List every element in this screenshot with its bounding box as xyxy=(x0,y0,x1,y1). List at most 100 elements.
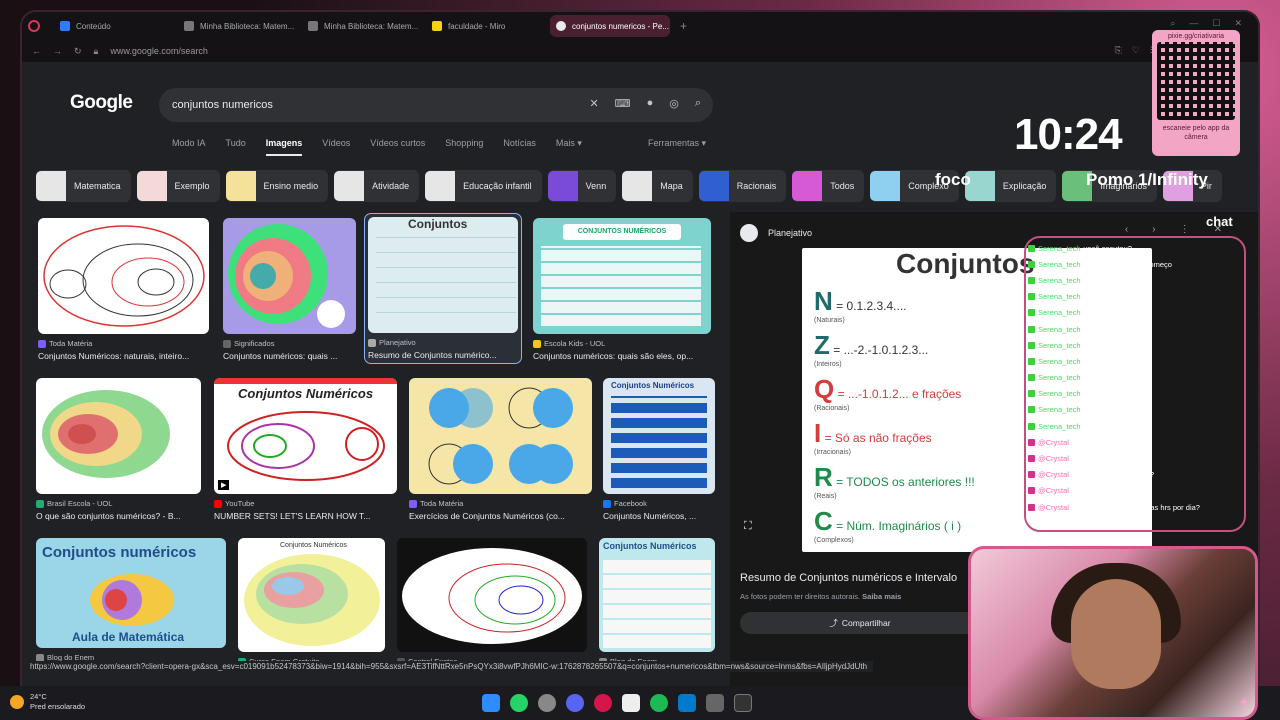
learn-more-link[interactable]: Saiba mais xyxy=(862,592,901,601)
maximize-icon[interactable]: ☐ xyxy=(1212,18,1220,29)
calculator-icon[interactable] xyxy=(706,694,724,712)
forward-icon[interactable]: → xyxy=(53,46,62,56)
windows-start-icon[interactable] xyxy=(482,694,500,712)
chip-racionais[interactable]: Racionais xyxy=(698,170,787,202)
tab-favicon-icon xyxy=(308,21,318,31)
new-tab-button[interactable]: + xyxy=(674,19,693,33)
chip-todos[interactable]: Todos xyxy=(792,170,865,202)
clock-overlay: 10:24 xyxy=(1014,110,1123,159)
tools-button[interactable]: Ferramentas ▾ xyxy=(648,138,706,149)
search-icon[interactable]: ⌕ xyxy=(695,97,701,110)
image-result[interactable]: CONJUNTOS NUMÉRICOS Escola Kids - UOL Co… xyxy=(533,218,711,361)
chip-venn[interactable]: Venn xyxy=(547,170,617,202)
notion-icon[interactable] xyxy=(622,694,640,712)
image-result[interactable]: Conjuntos Numéricos Curso Enem Gratuito xyxy=(238,538,385,666)
previous-icon[interactable]: ‹ xyxy=(1125,224,1128,235)
thumbnail-lines xyxy=(376,237,516,327)
image-result[interactable]: Conjuntos Numéricos ▶ YouTube NUMBER SET… xyxy=(214,378,397,521)
lens-search-icon[interactable]: ⛶ xyxy=(744,520,752,533)
chip-thumbnail xyxy=(225,171,256,201)
keyboard-icon[interactable]: ⌨ xyxy=(615,97,631,110)
result-caption[interactable]: O que são conjuntos numéricos? - B... xyxy=(36,511,201,521)
result-caption[interactable]: Conjuntos Numéricos, ... xyxy=(603,511,715,521)
minimize-icon[interactable]: — xyxy=(1189,18,1198,29)
preview-site-name[interactable]: Planejativo xyxy=(768,228,812,238)
chip-educacao-infantil[interactable]: Educação infantil xyxy=(425,170,542,202)
result-caption[interactable]: Conjuntos Numéricos: naturais, inteiro..… xyxy=(38,351,209,361)
image-result[interactable]: Conjuntos numéricos Aula de Matemática B… xyxy=(36,538,226,662)
preview-title[interactable]: Resumo de Conjuntos numéricos e Interval… xyxy=(740,572,957,584)
search-input[interactable]: conjuntos numericos xyxy=(172,99,273,111)
microphone-icon[interactable]: ● xyxy=(647,97,654,110)
more-options-icon[interactable]: ⋮ xyxy=(1180,224,1190,235)
tab-conteudo[interactable]: Conteúdo xyxy=(54,15,174,37)
opera-gx-icon[interactable] xyxy=(594,694,612,712)
lens-icon[interactable]: ◎ xyxy=(669,97,679,110)
chip-ensino-medio[interactable]: Ensino medio xyxy=(225,170,329,202)
image-result[interactable]: Toda Matéria Conjuntos Numéricos: natura… xyxy=(38,218,209,361)
search-tabs-icon[interactable]: ⌕ xyxy=(1170,18,1175,29)
chip-exemplo[interactable]: Exemplo xyxy=(136,170,220,202)
chat-messages: Serena_tech você escutou? Serena_tech deu … xyxy=(1028,240,1242,515)
url-field[interactable]: www.google.com/search xyxy=(110,46,208,56)
tab-biblioteca-2[interactable]: Minha Biblioteca: Matem... xyxy=(302,15,422,37)
tab-label: Minha Biblioteca: Matem... xyxy=(200,21,295,31)
image-result[interactable]: Conjuntos Numéricos Facebook Conjuntos N… xyxy=(603,378,715,521)
image-result-selected[interactable]: Conjuntos Planejativo Resumo de Conjunto… xyxy=(364,213,522,364)
tab-favicon-icon xyxy=(432,21,442,31)
discord-icon[interactable] xyxy=(566,694,584,712)
chat-message: Serena_tech você ouviu? xyxy=(1028,321,1242,337)
terminal-icon[interactable] xyxy=(734,694,752,712)
reload-icon[interactable]: ↻ xyxy=(74,46,82,57)
bookmark-icon[interactable]: ♡ xyxy=(1132,45,1140,56)
back-icon[interactable]: ← xyxy=(32,46,41,56)
tab-tudo[interactable]: Tudo xyxy=(226,138,246,156)
opera-logo-icon[interactable] xyxy=(28,20,40,32)
tab-miro[interactable]: faculdade - Miro xyxy=(426,15,546,37)
snapshot-icon[interactable]: ⎘ xyxy=(1115,45,1122,56)
tab-mais[interactable]: Mais ▾ xyxy=(556,138,582,156)
tab-google-search[interactable]: conjuntos numericos - Pe... xyxy=(550,15,670,37)
result-caption[interactable]: Exercícios de Conjuntos Numéricos (co... xyxy=(409,511,592,521)
result-caption[interactable]: Conjuntos numéricos: quais são eles, op.… xyxy=(533,351,711,361)
next-icon[interactable]: › xyxy=(1152,224,1155,235)
tab-videos[interactable]: Vídeos xyxy=(322,138,350,156)
source-name: Escola Kids - UOL xyxy=(544,339,606,348)
result-caption[interactable]: Resumo de Conjuntos numérico... xyxy=(368,350,518,360)
chip-matematica[interactable]: Matematica xyxy=(36,170,131,202)
source-name: Planejativo xyxy=(379,338,416,347)
image-result[interactable]: Central Exatas xyxy=(397,538,587,666)
result-caption[interactable]: NUMBER SETS! LET'S LEARN HOW T... xyxy=(214,511,397,521)
image-result[interactable]: Significados Conjuntos numéricos: quais … xyxy=(223,218,356,361)
google-logo[interactable]: Google xyxy=(70,92,133,114)
set-row-racionais: Q = ...-1.0.1.2... e frações (Racionais) xyxy=(814,374,962,412)
image-result[interactable]: Brasil Escola - UOL O que são conjuntos … xyxy=(36,378,201,521)
chip-mapa[interactable]: Mapa xyxy=(622,170,693,202)
sun-icon xyxy=(10,695,24,709)
vscode-icon[interactable] xyxy=(678,694,696,712)
search-box[interactable]: conjuntos numericos ✕ ⌨ ● ◎ ⌕ xyxy=(159,88,713,122)
chip-explicacao[interactable]: Explicação xyxy=(964,170,1057,202)
clear-icon[interactable]: ✕ xyxy=(589,97,598,110)
tab-imagens[interactable]: Imagens xyxy=(265,138,303,156)
chat-message: Serena_tech xyxy=(1028,386,1242,402)
image-result[interactable]: Toda Matéria Exercícios de Conjuntos Num… xyxy=(409,378,592,521)
tab-noticias[interactable]: Notícias xyxy=(503,138,536,156)
chrome-icon[interactable] xyxy=(538,694,556,712)
chat-message: @Crystal ta estudando pro Enem? xyxy=(1028,467,1242,483)
spotify-icon[interactable] xyxy=(650,694,668,712)
whatsapp-icon[interactable] xyxy=(510,694,528,712)
close-icon[interactable]: ✕ xyxy=(1234,18,1242,29)
aula-thumbnail: Conjuntos numéricos Aula de Matemática xyxy=(36,538,226,648)
chip-atividade[interactable]: Atividade xyxy=(334,170,420,202)
copyright-note: As fotos podem ter direitos autorais. Sa… xyxy=(740,592,902,601)
image-result[interactable]: Conjuntos Numéricos Blog do Enem xyxy=(599,538,715,666)
result-caption[interactable]: Conjuntos numéricos: quais ... xyxy=(223,351,356,361)
tab-shopping[interactable]: Shopping xyxy=(445,138,483,156)
share-button[interactable]: ⤴ Compartilhar xyxy=(740,612,980,634)
tab-biblioteca-1[interactable]: Minha Biblioteca: Matem... xyxy=(178,15,298,37)
weather-widget[interactable]: 24°C Pred ensolarado xyxy=(10,692,85,712)
tab-modo-ia[interactable]: Modo IA xyxy=(172,138,206,156)
tab-videos-curtos[interactable]: Vídeos curtos xyxy=(370,138,425,156)
thumbnail-title: Conjuntos Numéricos xyxy=(603,541,697,551)
